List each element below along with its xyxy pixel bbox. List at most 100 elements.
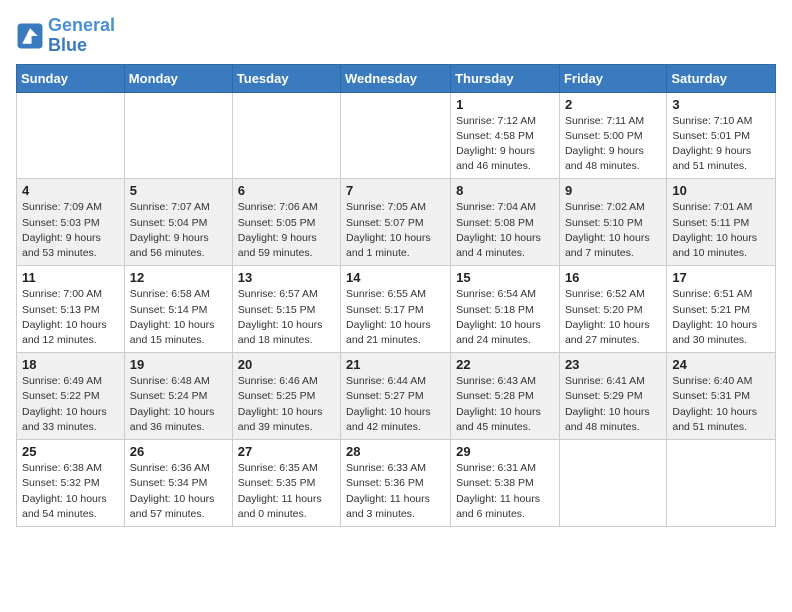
- calendar-cell: 14 Sunrise: 6:55 AM Sunset: 5:17 PM Dayli…: [341, 266, 451, 353]
- day-info: Sunrise: 6:36 AM Sunset: 5:34 PM Dayligh…: [130, 461, 227, 522]
- calendar-cell: 15 Sunrise: 6:54 AM Sunset: 5:18 PM Dayli…: [451, 266, 560, 353]
- weekday-header-monday: Monday: [124, 64, 232, 92]
- calendar-cell: 13 Sunrise: 6:57 AM Sunset: 5:15 PM Dayli…: [232, 266, 340, 353]
- day-number: 5: [130, 183, 227, 198]
- calendar-cell: 20 Sunrise: 6:46 AM Sunset: 5:25 PM Dayli…: [232, 353, 340, 440]
- calendar-cell: 17 Sunrise: 6:51 AM Sunset: 5:21 PM Dayli…: [667, 266, 776, 353]
- day-info: Sunrise: 6:41 AM Sunset: 5:29 PM Dayligh…: [565, 374, 661, 435]
- calendar-cell: 23 Sunrise: 6:41 AM Sunset: 5:29 PM Dayli…: [559, 353, 666, 440]
- calendar-cell: 25 Sunrise: 6:38 AM Sunset: 5:32 PM Dayli…: [17, 440, 125, 527]
- day-info: Sunrise: 6:55 AM Sunset: 5:17 PM Dayligh…: [346, 287, 445, 348]
- day-number: 25: [22, 444, 119, 459]
- calendar-cell: [124, 92, 232, 179]
- calendar-week-row: 18 Sunrise: 6:49 AM Sunset: 5:22 PM Dayli…: [17, 353, 776, 440]
- calendar-cell: 10 Sunrise: 7:01 AM Sunset: 5:11 PM Dayli…: [667, 179, 776, 266]
- calendar-cell: 8 Sunrise: 7:04 AM Sunset: 5:08 PM Daylig…: [451, 179, 560, 266]
- calendar-cell: 1 Sunrise: 7:12 AM Sunset: 4:58 PM Daylig…: [451, 92, 560, 179]
- day-number: 3: [672, 97, 770, 112]
- day-info: Sunrise: 7:07 AM Sunset: 5:04 PM Dayligh…: [130, 200, 227, 261]
- day-number: 24: [672, 357, 770, 372]
- day-number: 10: [672, 183, 770, 198]
- day-info: Sunrise: 7:02 AM Sunset: 5:10 PM Dayligh…: [565, 200, 661, 261]
- calendar-cell: 21Sunrise: 6:44 AM Sunset: 5:27 PM Dayli…: [341, 353, 451, 440]
- calendar-cell: 22 Sunrise: 6:43 AM Sunset: 5:28 PM Dayli…: [451, 353, 560, 440]
- day-number: 19: [130, 357, 227, 372]
- calendar-cell: 4Sunrise: 7:09 AM Sunset: 5:03 PM Daylig…: [17, 179, 125, 266]
- day-info: Sunrise: 6:57 AM Sunset: 5:15 PM Dayligh…: [238, 287, 335, 348]
- logo: General Blue: [16, 16, 115, 56]
- day-number: 11: [22, 270, 119, 285]
- day-number: 18: [22, 357, 119, 372]
- day-number: 20: [238, 357, 335, 372]
- calendar-cell: 26 Sunrise: 6:36 AM Sunset: 5:34 PM Dayli…: [124, 440, 232, 527]
- day-info: Sunrise: 6:35 AM Sunset: 5:35 PM Dayligh…: [238, 461, 335, 522]
- calendar-header-row: SundayMondayTuesdayWednesdayThursdayFrid…: [17, 64, 776, 92]
- day-info: Sunrise: 6:38 AM Sunset: 5:32 PM Dayligh…: [22, 461, 119, 522]
- calendar-cell: 9 Sunrise: 7:02 AM Sunset: 5:10 PM Daylig…: [559, 179, 666, 266]
- calendar-cell: 18 Sunrise: 6:49 AM Sunset: 5:22 PM Dayli…: [17, 353, 125, 440]
- day-number: 27: [238, 444, 335, 459]
- weekday-header-sunday: Sunday: [17, 64, 125, 92]
- day-number: 23: [565, 357, 661, 372]
- weekday-header-thursday: Thursday: [451, 64, 560, 92]
- day-number: 6: [238, 183, 335, 198]
- day-number: 7: [346, 183, 445, 198]
- day-number: 16: [565, 270, 661, 285]
- day-number: 2: [565, 97, 661, 112]
- day-info: Sunrise: 7:10 AM Sunset: 5:01 PM Dayligh…: [672, 114, 770, 175]
- calendar-cell: 7 Sunrise: 7:05 AM Sunset: 5:07 PM Daylig…: [341, 179, 451, 266]
- day-info: Sunrise: 7:12 AM Sunset: 4:58 PM Dayligh…: [456, 114, 554, 175]
- weekday-header-wednesday: Wednesday: [341, 64, 451, 92]
- weekday-header-saturday: Saturday: [667, 64, 776, 92]
- logo-icon: [16, 22, 44, 50]
- day-info: Sunrise: 7:06 AM Sunset: 5:05 PM Dayligh…: [238, 200, 335, 261]
- page-header: General Blue: [16, 16, 776, 56]
- calendar-week-row: 1 Sunrise: 7:12 AM Sunset: 4:58 PM Daylig…: [17, 92, 776, 179]
- day-info: Sunrise: 7:11 AM Sunset: 5:00 PM Dayligh…: [565, 114, 661, 175]
- day-info: Sunrise: 6:58 AM Sunset: 5:14 PM Dayligh…: [130, 287, 227, 348]
- calendar-cell: 12 Sunrise: 6:58 AM Sunset: 5:14 PM Dayli…: [124, 266, 232, 353]
- calendar-cell: 28Sunrise: 6:33 AM Sunset: 5:36 PM Dayli…: [341, 440, 451, 527]
- day-info: Sunrise: 7:05 AM Sunset: 5:07 PM Dayligh…: [346, 200, 445, 261]
- weekday-header-friday: Friday: [559, 64, 666, 92]
- calendar-cell: [559, 440, 666, 527]
- day-number: 21: [346, 357, 445, 372]
- day-number: 14: [346, 270, 445, 285]
- day-number: 15: [456, 270, 554, 285]
- day-info: Sunrise: 6:49 AM Sunset: 5:22 PM Dayligh…: [22, 374, 119, 435]
- calendar-week-row: 4Sunrise: 7:09 AM Sunset: 5:03 PM Daylig…: [17, 179, 776, 266]
- calendar-cell: [667, 440, 776, 527]
- day-info: Sunrise: 7:01 AM Sunset: 5:11 PM Dayligh…: [672, 200, 770, 261]
- day-number: 9: [565, 183, 661, 198]
- day-info: Sunrise: 7:00 AM Sunset: 5:13 PM Dayligh…: [22, 287, 119, 348]
- calendar-cell: 27 Sunrise: 6:35 AM Sunset: 5:35 PM Dayli…: [232, 440, 340, 527]
- day-info: Sunrise: 6:48 AM Sunset: 5:24 PM Dayligh…: [130, 374, 227, 435]
- day-info: Sunrise: 6:46 AM Sunset: 5:25 PM Dayligh…: [238, 374, 335, 435]
- day-number: 28: [346, 444, 445, 459]
- day-number: 26: [130, 444, 227, 459]
- day-info: Sunrise: 6:54 AM Sunset: 5:18 PM Dayligh…: [456, 287, 554, 348]
- calendar-cell: 29Sunrise: 6:31 AM Sunset: 5:38 PM Dayli…: [451, 440, 560, 527]
- calendar-week-row: 11 Sunrise: 7:00 AM Sunset: 5:13 PM Dayli…: [17, 266, 776, 353]
- day-info: Sunrise: 6:51 AM Sunset: 5:21 PM Dayligh…: [672, 287, 770, 348]
- day-number: 1: [456, 97, 554, 112]
- calendar-week-row: 25 Sunrise: 6:38 AM Sunset: 5:32 PM Dayli…: [17, 440, 776, 527]
- calendar-cell: 5 Sunrise: 7:07 AM Sunset: 5:04 PM Daylig…: [124, 179, 232, 266]
- day-number: 17: [672, 270, 770, 285]
- day-number: 8: [456, 183, 554, 198]
- weekday-header-tuesday: Tuesday: [232, 64, 340, 92]
- calendar-cell: 11 Sunrise: 7:00 AM Sunset: 5:13 PM Dayli…: [17, 266, 125, 353]
- day-info: Sunrise: 7:09 AM Sunset: 5:03 PM Dayligh…: [22, 200, 119, 261]
- day-info: Sunrise: 7:04 AM Sunset: 5:08 PM Dayligh…: [456, 200, 554, 261]
- calendar-cell: 24Sunrise: 6:40 AM Sunset: 5:31 PM Dayli…: [667, 353, 776, 440]
- calendar-cell: 2 Sunrise: 7:11 AM Sunset: 5:00 PM Daylig…: [559, 92, 666, 179]
- day-number: 22: [456, 357, 554, 372]
- calendar-cell: 19 Sunrise: 6:48 AM Sunset: 5:24 PM Dayli…: [124, 353, 232, 440]
- day-info: Sunrise: 6:43 AM Sunset: 5:28 PM Dayligh…: [456, 374, 554, 435]
- day-number: 12: [130, 270, 227, 285]
- calendar-cell: [341, 92, 451, 179]
- calendar-cell: [17, 92, 125, 179]
- day-number: 13: [238, 270, 335, 285]
- calendar-table: SundayMondayTuesdayWednesdayThursdayFrid…: [16, 64, 776, 527]
- calendar-cell: 3 Sunrise: 7:10 AM Sunset: 5:01 PM Daylig…: [667, 92, 776, 179]
